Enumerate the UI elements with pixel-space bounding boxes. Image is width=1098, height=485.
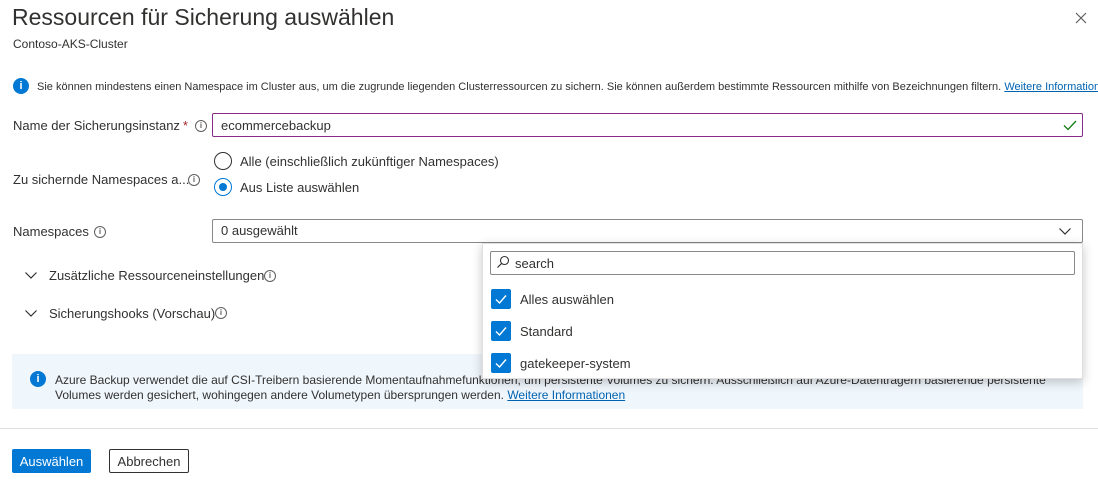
learn-more-link[interactable]: Weitere Informationen [1004, 81, 1098, 93]
radio-all-namespaces[interactable] [214, 152, 232, 170]
required-mark: * [182, 118, 188, 133]
option-select-all-label[interactable]: Alles auswählen [520, 292, 614, 307]
info-text: Sie können mindestens einen Namespace im… [37, 81, 1002, 93]
instance-name-label: Name der Sicherungsinstanz * [13, 118, 188, 133]
banner-info-icon: i [30, 371, 46, 387]
search-icon [496, 255, 510, 269]
namespaces-scope-info-icon[interactable]: i [188, 174, 200, 186]
additional-settings-label: Zusätzliche Ressourceneinstellungen [49, 268, 265, 283]
radio-all-label: Alle (einschließlich zukünftiger Namespa… [240, 154, 499, 169]
option-standard-label[interactable]: Standard [520, 324, 573, 339]
checkbox-standard[interactable] [491, 321, 511, 341]
close-icon[interactable] [1072, 9, 1090, 27]
instance-name-info-icon[interactable]: i [195, 120, 207, 132]
backup-hooks-label: Sicherungshooks (Vorschau) [49, 306, 216, 321]
page-title: Ressourcen für Sicherung auswählen [12, 4, 395, 30]
checkbox-select-all[interactable] [491, 289, 511, 309]
info-icon: i [13, 78, 29, 94]
cancel-button[interactable]: Abbrechen [109, 449, 189, 473]
chevron-down-icon [1058, 224, 1072, 238]
namespaces-dropdown[interactable]: 0 ausgewählt [212, 219, 1083, 243]
info-message: Sie können mindestens einen Namespace im… [37, 81, 1098, 93]
footer-divider [0, 428, 1098, 429]
namespace-search-input[interactable] [515, 253, 1070, 273]
radio-list-label: Aus Liste auswählen [240, 180, 360, 195]
namespaces-scope-label: Zu sichernde Namespaces a... [13, 172, 190, 187]
radio-select-from-list[interactable] [214, 178, 232, 196]
valid-check-icon [1062, 117, 1078, 133]
instance-name-input[interactable] [212, 113, 1083, 137]
select-button[interactable]: Auswählen [12, 449, 91, 473]
namespaces-label: Namespaces [13, 224, 89, 239]
additional-settings-info-icon[interactable]: i [264, 270, 276, 282]
additional-settings-expander[interactable]: Zusätzliche Ressourceneinstellungen [24, 266, 284, 284]
chevron-down-icon [25, 310, 37, 317]
checkbox-gatekeeper-system[interactable] [491, 353, 511, 373]
chevron-down-icon [25, 272, 37, 279]
option-gatekeeper-label[interactable]: gatekeeper-system [520, 356, 631, 371]
banner-learn-more-link[interactable]: Weitere Informationen [507, 388, 625, 402]
namespaces-info-icon[interactable]: i [94, 226, 106, 238]
backup-hooks-info-icon[interactable]: i [215, 307, 227, 319]
page-subtitle: Contoso-AKS-Cluster [13, 37, 128, 51]
namespaces-dropdown-value: 0 ausgewählt [221, 223, 298, 238]
backup-hooks-expander[interactable]: Sicherungshooks (Vorschau) [24, 304, 224, 322]
